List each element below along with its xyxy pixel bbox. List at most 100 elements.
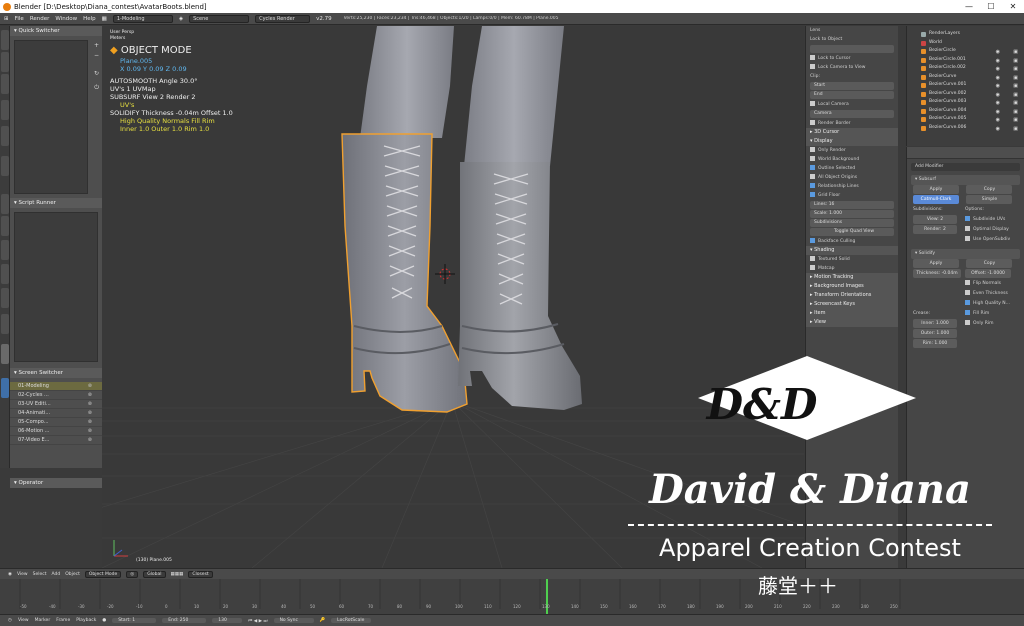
grid-subdiv-field[interactable]: Subdivisions [810, 219, 894, 227]
outliner-row[interactable]: RenderLayers [907, 30, 1024, 39]
section-view[interactable]: ▸ View [806, 318, 898, 327]
optimal-display-check[interactable]: Optimal Display [965, 225, 1009, 235]
camera-field[interactable]: Camera [810, 110, 894, 118]
prop-matcap[interactable]: Matcap [806, 264, 898, 273]
grid-scale-field[interactable]: Scale: 1.000 [810, 210, 894, 218]
tab-screen[interactable] [1, 344, 9, 364]
tab-relations[interactable] [1, 74, 9, 94]
prop-all-origins[interactable]: All Object Origins [806, 173, 898, 182]
clip-start-field[interactable]: Start [810, 82, 894, 90]
simple-button[interactable]: Simple [966, 195, 1013, 204]
tab-auto[interactable] [1, 194, 9, 214]
prop-only-render[interactable]: Only Render [806, 146, 898, 155]
prop-textured-solid[interactable]: Textured Solid [806, 255, 898, 264]
copy-button[interactable]: Copy [966, 259, 1013, 268]
section-motion-tracking[interactable]: ▸ Motion Tracking [806, 273, 898, 282]
tab-create[interactable] [1, 52, 9, 72]
eye-icon[interactable]: ◉ [996, 125, 1000, 134]
grid-lines-field[interactable]: Lines: 16 [810, 201, 894, 209]
outliner-row[interactable]: BezierCurve.003 ◉ ▣ [907, 98, 1024, 107]
toggle-quad-view-button[interactable]: Toggle Quad View [810, 228, 894, 236]
current-frame-field[interactable]: 130 [212, 618, 243, 623]
mode-selector[interactable]: Object Mode [84, 570, 122, 578]
sync-selector[interactable]: No Sync [273, 618, 314, 623]
outliner-row[interactable]: BezierCurve.005 ◉ ▣ [907, 115, 1024, 124]
view-levels-field[interactable]: View: 2 [913, 215, 957, 224]
crease-outer-field[interactable]: Outer: 1.000 [913, 329, 957, 338]
power-icon[interactable]: ⏻ [94, 84, 99, 92]
snap-selector[interactable]: Closest [188, 570, 213, 578]
menu-render[interactable]: Render [30, 16, 50, 22]
menu-object[interactable]: Object [65, 572, 80, 577]
tab-grease-pencil[interactable] [1, 156, 9, 176]
menu-window[interactable]: Window [55, 16, 77, 22]
section-transform-orient[interactable]: ▸ Transform Orientations [806, 291, 898, 300]
menu-file[interactable]: File [15, 16, 24, 22]
copy-button[interactable]: Copy [966, 185, 1013, 194]
subdivide-uvs-check[interactable]: Subdivide UVs [965, 215, 1005, 225]
layout-selector[interactable]: 1-Modeling [112, 14, 173, 23]
timeline[interactable]: -50 -40 -30 -20 -10 0 10 20 30 40 50 60 70 80 90 100 110… [0, 579, 1024, 614]
prop-lock-cursor[interactable]: Lock to Cursor [806, 54, 898, 63]
3d-cursor-icon[interactable] [435, 264, 455, 284]
prop-outline-selected[interactable]: Outline Selected [806, 164, 898, 173]
tab-tools[interactable] [1, 30, 9, 50]
even-thickness-check[interactable]: Even Thickness [965, 289, 1008, 299]
outliner-row[interactable]: BezierCurve.006 ◉ ▣ [907, 124, 1024, 133]
screen-close-icon[interactable]: ⊗ [88, 382, 92, 391]
operator-header[interactable]: ▾ Operator [10, 478, 102, 488]
screen-item[interactable]: 05-Compo... ⊗ [10, 418, 102, 427]
quick-switcher-list[interactable] [14, 40, 88, 194]
section-bg-images[interactable]: ▸ Background Images [806, 282, 898, 291]
playback-controls-icon[interactable]: ⏮ ◀ ▶ ⏭ [248, 618, 267, 624]
quick-switcher-header[interactable]: ▾ Quick Switcher [10, 26, 102, 36]
only-rim-check[interactable]: Only Rim [965, 319, 994, 329]
menu-view[interactable]: View [18, 618, 29, 623]
screen-item[interactable]: 03-UV Editi... ⊗ [10, 400, 102, 409]
fill-rim-check[interactable]: Fill Rim [965, 309, 989, 319]
tab-retopo[interactable] [1, 314, 9, 334]
thickness-field[interactable]: Thickness: -0.04m [913, 269, 961, 278]
outliner-row[interactable]: BezierCurve.002 ◉ ▣ [907, 90, 1024, 99]
section-3d-cursor[interactable]: ▸ 3D Cursor [806, 128, 898, 137]
opensubdiv-check[interactable]: Use OpenSubdiv [965, 235, 1010, 245]
refresh-icon[interactable]: ↻ [94, 70, 99, 77]
prop-world-bg[interactable]: World Background [806, 155, 898, 164]
outliner-row[interactable]: BezierCurve.001 ◉ ▣ [907, 81, 1024, 90]
render-levels-field[interactable]: Render: 2 [913, 225, 957, 234]
tab-animation[interactable] [1, 100, 9, 120]
script-runner-header[interactable]: ▾ Script Runner [10, 198, 102, 208]
catmull-clark-button[interactable]: Catmull-Clark [913, 195, 959, 204]
screen-item[interactable]: 07-Video E... ⊗ [10, 436, 102, 445]
tab-sculpt[interactable] [1, 216, 9, 236]
minimize-button[interactable]: — [958, 0, 980, 13]
close-button[interactable]: ✕ [1002, 0, 1024, 13]
screen-item[interactable]: 04-Animati... ⊗ [10, 409, 102, 418]
menu-marker[interactable]: Marker [35, 618, 51, 623]
offset-field[interactable]: Offset: -1.0000 [965, 269, 1011, 278]
start-frame-field[interactable]: Start: 1 [112, 618, 157, 623]
screen-close-icon[interactable]: ⊗ [88, 391, 92, 400]
prop-grid-floor[interactable]: Grid Floor [806, 191, 898, 200]
pivot-selector[interactable]: ◎ [126, 570, 139, 578]
flip-normals-check[interactable]: Flip Normals [965, 279, 1001, 289]
apply-button[interactable]: Apply [913, 259, 959, 268]
menu-select[interactable]: Select [33, 572, 47, 577]
scene-selector[interactable]: Scene [189, 14, 250, 23]
properties-tabs[interactable] [907, 147, 1024, 159]
prop-render-border[interactable]: Render Border [806, 119, 898, 128]
screen-switcher-header[interactable]: ▾ Screen Switcher [10, 368, 102, 378]
subsurf-modifier-header[interactable]: ▾ Subsurf [911, 175, 1020, 185]
screen-close-icon[interactable]: ⊗ [88, 436, 92, 445]
section-item[interactable]: ▸ Item [806, 309, 898, 318]
menu-frame[interactable]: Frame [56, 618, 70, 623]
apply-button[interactable]: Apply [913, 185, 959, 194]
add-modifier-dropdown[interactable]: Add Modifier [911, 163, 1020, 171]
record-icon[interactable]: ● [102, 618, 106, 623]
prop-local-camera[interactable]: Local Camera [806, 100, 898, 109]
section-display[interactable]: ▾ Display [806, 137, 898, 146]
screen-close-icon[interactable]: ⊗ [88, 409, 92, 418]
render-engine-selector[interactable]: Cycles Render [255, 14, 311, 23]
prop-relationship-lines[interactable]: Relationship Lines [806, 182, 898, 191]
keying-icon[interactable]: 🔑 [320, 618, 326, 623]
